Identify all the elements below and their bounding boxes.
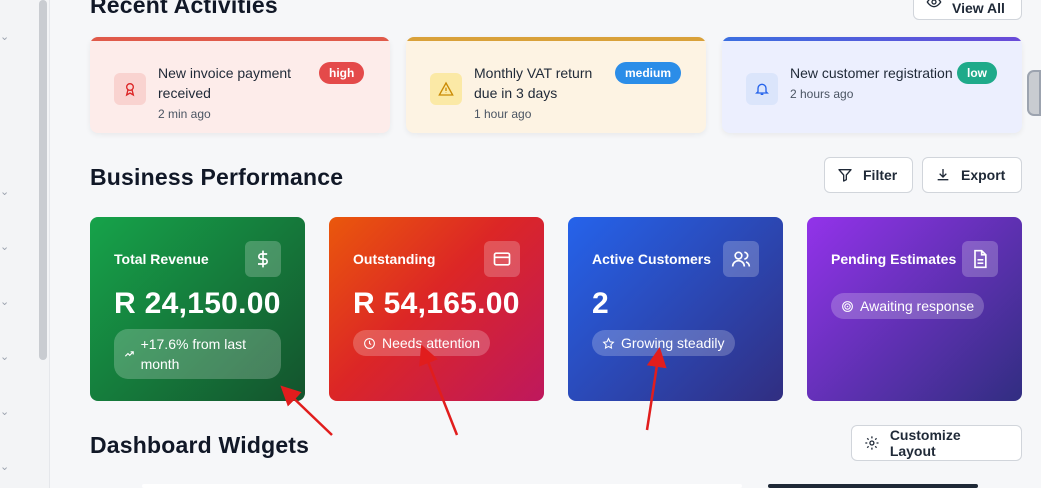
activity-card-medium[interactable]: Monthly VAT return due in 3 days 1 hour … [406,37,706,133]
filter-button[interactable]: Filter [824,157,913,193]
stat-card-active-customers[interactable]: Active Customers 2 Growing steadily [568,217,783,401]
sidebar: ⌄ ⌄ ⌄ ⌄ ⌄ ⌄ ⌄ [0,0,50,488]
chevron-icon[interactable]: ⌄ [0,405,9,418]
priority-badge: low [957,62,997,84]
recent-activities-title: Recent Activities [90,0,278,18]
award-icon [114,73,146,105]
stat-note: +17.6% from last month [140,336,246,372]
document-icon [962,241,998,277]
users-icon [723,241,759,277]
stat-note-badge: Needs attention [353,330,491,356]
export-button[interactable]: Export [922,157,1022,193]
stat-label: Total Revenue [114,251,209,267]
stat-note: Growing steadily [621,335,725,351]
priority-bar [90,37,390,41]
activity-card-high[interactable]: New invoice payment received 2 min ago h… [90,37,390,133]
business-performance-title: Business Performance [90,164,344,190]
filter-icon [838,169,852,182]
widget-card-edge [142,484,742,488]
priority-badge: medium [615,62,682,84]
trending-up-icon [124,351,134,357]
customize-layout-button[interactable]: Customize Layout [851,425,1022,461]
activity-time: 2 min ago [158,107,211,121]
filter-label: Filter [863,167,898,183]
stat-value: R 54,165.00 [353,287,520,320]
activity-time: 1 hour ago [474,107,532,121]
stat-card-total-revenue[interactable]: Total Revenue R 24,150.00 +17.6% from la… [90,217,305,401]
activity-card-low[interactable]: New customer registration 2 hours ago lo… [722,37,1022,133]
target-icon [842,300,853,312]
page-scrollbar-thumb[interactable] [1027,70,1041,116]
eye-icon [926,0,942,8]
view-all-button[interactable]: View All [913,0,1022,20]
download-icon [937,169,949,181]
card-icon [484,241,520,277]
main-content: Recent Activities View All New invoice p… [50,0,1041,488]
stat-note-badge: Growing steadily [592,330,735,356]
sidebar-scrollbar[interactable] [39,0,47,360]
dollar-icon [245,241,281,277]
bell-icon [746,73,778,105]
activity-time: 2 hours ago [790,87,854,101]
activity-title: New invoice payment received [158,65,292,101]
activity-title: New customer registration [790,65,953,81]
warning-icon [430,73,462,105]
chevron-icon[interactable]: ⌄ [0,460,9,473]
widget-dark-edge [768,484,978,488]
stat-card-outstanding[interactable]: Outstanding R 54,165.00 Needs attention [329,217,544,401]
activity-title: Monthly VAT return due in 3 days [474,65,593,101]
priority-bar [722,37,1022,41]
stat-note: Needs attention [382,335,481,351]
chevron-icon[interactable]: ⌄ [0,350,9,363]
chevron-icon[interactable]: ⌄ [0,240,9,253]
stat-value: 2 [592,287,609,320]
clock-icon [364,337,375,349]
chevron-icon[interactable]: ⌄ [0,295,9,308]
view-all-label: View All [952,0,1005,16]
stat-card-pending-estimates[interactable]: Pending Estimates Awaiting response [807,217,1022,401]
dashboard-widgets-title: Dashboard Widgets [90,432,310,458]
stat-label: Outstanding [353,251,436,267]
priority-bar [406,37,706,41]
stat-note: Awaiting response [860,298,975,314]
export-label: Export [961,167,1006,183]
stat-label: Active Customers [592,251,712,267]
customize-layout-label: Customize Layout [889,427,961,459]
chevron-icon[interactable]: ⌄ [0,30,9,43]
star-icon [602,336,615,349]
gear-icon [865,436,879,450]
stat-value: R 24,150.00 [114,287,281,320]
stat-label: Pending Estimates [831,251,957,267]
stat-note-badge: Awaiting response [831,293,985,319]
chevron-icon[interactable]: ⌄ [0,185,9,198]
priority-badge: high [319,62,365,84]
stat-note-badge: +17.6% from last month [114,329,281,379]
